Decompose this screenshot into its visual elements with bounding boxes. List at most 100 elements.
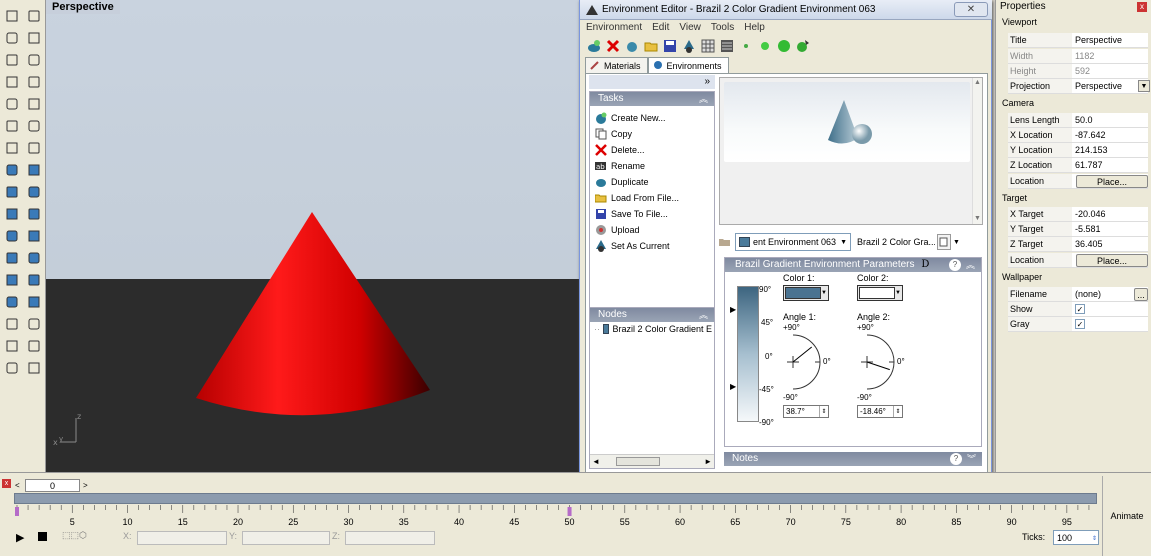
menu-environment[interactable]: Environment [586,22,642,36]
coord-z-input[interactable] [345,531,435,545]
open-folder-icon[interactable] [643,38,659,54]
task-item[interactable]: Save To File... [590,206,714,222]
settings-page-icon[interactable] [937,234,951,250]
task-item[interactable]: Load From File... [590,190,714,206]
render-preview-icon[interactable] [795,38,811,54]
env-editor-titlebar[interactable]: Environment Editor - Brazil 2 Color Grad… [580,0,992,20]
collapse-chevron-icon[interactable]: » [589,75,715,89]
chevron-up-icon[interactable]: ︽ [699,92,708,106]
task-item[interactable]: Upload [590,222,714,238]
prop-title-value[interactable]: Perspective [1072,33,1148,48]
prev-frame-icon[interactable]: < [15,481,20,490]
circle-center-icon[interactable] [24,50,44,70]
help-icon[interactable]: ? [950,453,962,465]
angle1-input[interactable]: 38.7° ⇕ [783,405,829,418]
y-location-value[interactable]: 214.153 [1072,143,1148,158]
close-icon[interactable]: x [1137,2,1147,12]
close-icon[interactable]: x [2,479,11,488]
menu-view[interactable]: View [679,22,701,36]
menu-help[interactable]: Help [744,22,765,36]
arc-icon[interactable] [2,72,22,92]
timeline-range-bar[interactable] [14,493,1097,504]
coord-x-input[interactable] [137,531,227,545]
z-location-value[interactable]: 61.787 [1072,158,1148,173]
save-icon[interactable] [662,38,678,54]
dimension-icon[interactable] [24,314,44,334]
tasks-header[interactable]: Tasks ︽ [590,92,714,106]
stop-icon[interactable] [38,532,47,541]
preview-scrollbar[interactable]: ▲ ▼ [972,78,982,224]
task-item[interactable]: Copy [590,126,714,142]
sphere-icon[interactable] [24,160,44,180]
chevron-down-icon[interactable]: ︾ [967,452,976,466]
color1-swatch[interactable]: ▼ [783,285,829,301]
tab-environments[interactable]: Environments [647,57,729,74]
color2-swatch[interactable]: ▼ [857,285,903,301]
rotate-icon[interactable] [24,138,44,158]
gradient-marker-icon[interactable]: ▶ [730,382,736,391]
array-icon[interactable] [2,248,22,268]
chevron-up-icon[interactable]: ︽ [699,308,708,322]
animate-button[interactable]: Animate [1102,476,1151,556]
polyline-icon[interactable] [2,28,22,48]
curve-icon[interactable] [24,28,44,48]
angle2-input[interactable]: -18.46° ⇕ [857,405,903,418]
menu-edit[interactable]: Edit [652,22,669,36]
close-icon[interactable]: ✕ [954,2,988,17]
target-place-button[interactable]: Place... [1076,254,1148,267]
play-icon[interactable]: ▶ [16,531,24,544]
browse-button[interactable]: ... [1134,288,1148,301]
gradient-preview-bar[interactable] [737,286,759,422]
frame-input[interactable]: 0 [25,479,80,492]
x-location-value[interactable]: -87.642 [1072,128,1148,143]
task-item[interactable]: ab Rename [590,158,714,174]
task-item[interactable]: Create New... [590,110,714,126]
split-icon[interactable] [24,226,44,246]
move-icon[interactable] [2,204,22,224]
show-checkbox[interactable]: ✓ [1075,304,1085,314]
ticks-input[interactable]: 100 ⇕ [1053,530,1099,545]
task-item[interactable]: Duplicate [590,174,714,190]
cone-solid-icon[interactable] [24,182,44,202]
coord-y-input[interactable] [242,531,330,545]
large-sphere-icon[interactable] [776,38,792,54]
scale-icon[interactable] [24,204,44,224]
red-cone[interactable] [196,210,486,430]
point-icon[interactable] [24,6,44,26]
lens-length-value[interactable]: 50.0 [1072,113,1148,128]
mirror-icon[interactable] [24,248,44,268]
box-select-icon[interactable] [2,358,22,378]
dropdown-arrow-icon[interactable]: ▼ [953,239,960,246]
small-sphere-icon[interactable] [757,38,773,54]
grid-view-icon[interactable] [700,38,716,54]
next-frame-icon[interactable]: > [83,481,88,490]
gray-checkbox[interactable]: ✓ [1075,319,1085,329]
show-icon[interactable] [24,358,44,378]
rectangle-icon[interactable] [24,72,44,92]
box-icon[interactable] [2,160,22,180]
list-view-icon[interactable] [719,38,735,54]
z-target-value[interactable]: 36.405 [1072,237,1148,252]
params-header[interactable]: Brazil Gradient Environment Parameters D… [725,258,981,272]
rectangle-3pt-icon[interactable] [24,94,44,114]
circle-icon[interactable] [2,50,22,70]
delete-icon[interactable] [605,38,621,54]
fold-icon[interactable] [2,292,22,312]
task-item[interactable]: Delete... [590,142,714,158]
select-arrow-icon[interactable] [2,6,22,26]
nodes-horizontal-scrollbar[interactable]: ◄ ► [590,454,714,468]
transform-icon[interactable] [2,138,22,158]
nodes-header[interactable]: Nodes ︽ [590,308,714,322]
help-icon[interactable]: ? [949,259,961,271]
notes-header[interactable]: Notes ? ︾ [724,452,982,466]
folder-icon[interactable] [719,236,733,249]
trim-icon[interactable] [2,226,22,246]
x-target-value[interactable]: -20.046 [1072,207,1148,222]
text-icon[interactable] [2,314,22,334]
chevron-up-icon[interactable]: ︽ [966,258,975,272]
camera-place-button[interactable]: Place... [1076,175,1148,188]
fillet-icon[interactable] [2,116,22,136]
extend-icon[interactable] [24,292,44,312]
environment-select[interactable]: ent Environment 063 ▼ [735,233,851,251]
create-env-icon[interactable] [586,38,602,54]
